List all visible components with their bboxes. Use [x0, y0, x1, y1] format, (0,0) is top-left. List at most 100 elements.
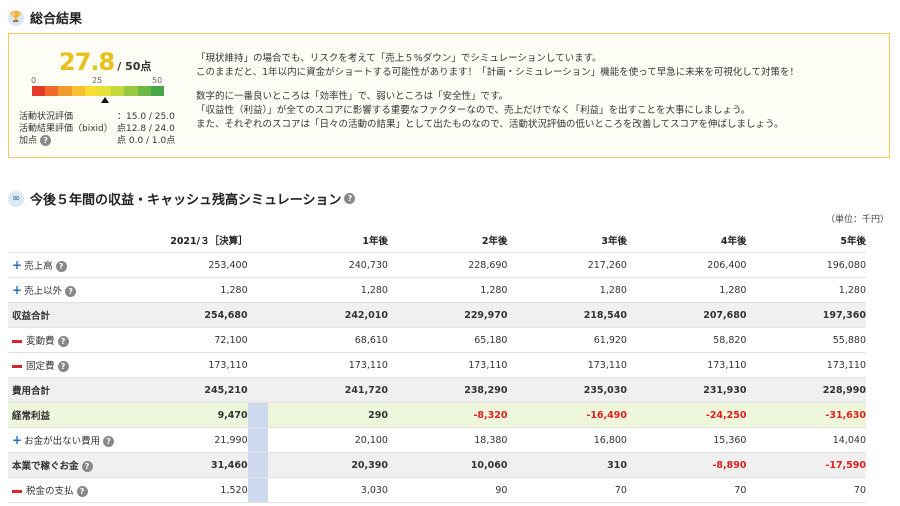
table-cell: 290	[268, 402, 388, 428]
row-label: 売上以外	[24, 286, 63, 297]
table-cell: 207,680	[626, 302, 747, 328]
row-label: お金が出ない費用	[24, 436, 101, 447]
table-cell: 31,460	[161, 452, 248, 478]
row-label: 税金の支払	[26, 486, 74, 497]
gauge-mid: 25	[92, 76, 103, 85]
minus-icon	[12, 365, 22, 368]
table-cell: -8,890	[626, 452, 747, 478]
table-cell: 61,920	[507, 327, 627, 353]
simulation-title: 今後５年間の収益・キャッシュ残高シミュレーション	[30, 193, 342, 208]
table-cell: 18,380	[387, 427, 508, 453]
table-cell: 228,690	[387, 252, 508, 278]
table-row: 収益合計 254,680 242,010 229,970 218,540 207,680 1…	[8, 302, 866, 328]
table-cell: 173,110	[626, 352, 747, 378]
summary-header: 🏆 総合結果	[8, 8, 82, 27]
table-cell: 10,060	[387, 452, 508, 478]
gauge-max: 50	[152, 76, 163, 85]
score-value: 27.8	[59, 48, 115, 76]
gauge-labels: 0 25 50	[31, 76, 163, 86]
score-suffix: / 50点	[117, 60, 152, 73]
unit-label: （単位：千円）	[825, 215, 889, 225]
help-icon[interactable]: ?	[57, 361, 69, 372]
help-icon[interactable]: ?	[103, 436, 115, 447]
table-cell: 240,730	[268, 252, 388, 278]
table-cell: 217,260	[507, 252, 627, 278]
score-display: 27.8 / 50点	[59, 48, 151, 76]
table-cell: 206,400	[626, 252, 747, 278]
simulation-header: ∞ 今後５年間の収益・キャッシュ残高シミュレーション ?	[8, 189, 356, 208]
gauge-min: 0	[31, 76, 37, 85]
table-cell: 197,360	[746, 302, 866, 328]
metric-activity: 活動状況評価 ：15.0 / 25.0点	[19, 112, 175, 134]
table-row: + 売上以外? 1,280 1,280 1,280 1,280 1,280 1,280	[8, 277, 866, 303]
table-cell: 173,110	[387, 352, 508, 378]
table-cell: 245,210	[161, 377, 248, 403]
table-cell: 1,280	[507, 277, 627, 303]
table-cell: 218,540	[507, 302, 627, 328]
table-cell: 16,800	[507, 427, 627, 453]
metrics-list: 活動状況評価 ：15.0 / 25.0点 活動結果評価（bixid） ：12.8…	[19, 111, 179, 147]
table-cell: 3,030	[268, 477, 388, 503]
table-cell: 254,680	[161, 302, 248, 328]
table-cell: 231,930	[626, 377, 747, 403]
summary-title: 総合結果	[30, 12, 83, 27]
col-header: 4年後	[626, 228, 747, 253]
table-cell: 9,470	[161, 402, 248, 428]
metric-bonus: 加点? ： 0.0 / 1.0点	[19, 135, 176, 146]
metric-result: 活動結果評価（bixid） ：12.8 / 24.0点	[19, 124, 175, 146]
col-header: 5年後	[746, 228, 866, 253]
col-header: 2021/３［決算］	[161, 228, 248, 253]
row-label: 収益合計	[12, 311, 51, 322]
help-icon[interactable]: ?	[40, 135, 52, 146]
minus-icon	[12, 490, 22, 493]
row-label: 本業で稼ぐお金	[12, 461, 79, 472]
table-cell: 228,990	[746, 377, 866, 403]
table-cell: 238,290	[387, 377, 508, 403]
help-icon[interactable]: ?	[65, 286, 77, 297]
table-cell: 173,110	[161, 352, 248, 378]
col-header: 2年後	[387, 228, 508, 253]
simulation-table: 2021/３［決算］ 1年後 2年後 3年後 4年後 5年後 + 売上高? 253,…	[8, 228, 866, 503]
table-cell: 242,010	[268, 302, 388, 328]
help-icon[interactable]: ?	[344, 193, 356, 204]
table-row: 変動費? 72,100 68,610 65,180 61,920 58,820 55,880	[8, 327, 866, 353]
row-label: 固定費	[26, 361, 55, 372]
table-cell: 196,080	[746, 252, 866, 278]
table-cell: 310	[507, 452, 627, 478]
table-cell: 14,040	[746, 427, 866, 453]
table-row: 本業で稼ぐお金? 31,460 20,390 10,060 310 -8,890 -17,5…	[8, 452, 866, 478]
table-cell: 1,280	[268, 277, 388, 303]
help-icon[interactable]: ?	[55, 261, 67, 272]
table-cell: 15,360	[626, 427, 747, 453]
table-cell: 70	[626, 477, 747, 503]
table-cell: 68,610	[268, 327, 388, 353]
table-row: + お金が出ない費用? 21,990 20,100 18,380 16,800 15,360…	[8, 427, 866, 453]
score-gauge	[32, 86, 165, 96]
table-row: 費用合計 245,210 241,720 238,290 235,030 231,930 2…	[8, 377, 866, 403]
col-header: 1年後	[268, 228, 388, 253]
table-cell: 173,110	[507, 352, 627, 378]
table-cell: 1,280	[746, 277, 866, 303]
advice-text: 「現状維持」の場合でも、リスクを考えて「売上５%ダウン」でシミュレーションしてい…	[196, 53, 800, 130]
table-cell: 241,720	[268, 377, 388, 403]
table-cell: 253,400	[161, 252, 248, 278]
help-icon[interactable]: ?	[81, 461, 93, 472]
table-cell: 70	[746, 477, 866, 503]
table-cell: 90	[387, 477, 508, 503]
plus-icon: +	[12, 433, 23, 447]
binoculars-icon: ∞	[8, 190, 24, 207]
trophy-icon: 🏆	[8, 9, 24, 26]
table-row: 税金の支払? 1,520 3,030 90 70 70 70	[8, 477, 866, 503]
help-icon[interactable]: ?	[76, 486, 88, 497]
table-cell: 70	[507, 477, 627, 503]
row-label: 経常利益	[12, 411, 51, 422]
table-cell: 1,520	[161, 477, 248, 503]
table-cell: -17,590	[746, 452, 866, 478]
table-cell: -31,630	[746, 402, 866, 428]
table-cell: 58,820	[626, 327, 747, 353]
table-cell: 229,970	[387, 302, 508, 328]
row-label: 売上高	[24, 261, 53, 272]
table-row: + 売上高? 253,400 240,730 228,690 217,260 206,400…	[8, 252, 866, 278]
plus-icon: +	[12, 258, 23, 272]
help-icon[interactable]: ?	[57, 336, 69, 347]
